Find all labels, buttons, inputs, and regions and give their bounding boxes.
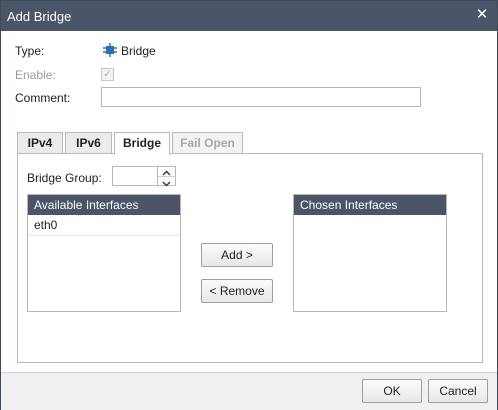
enable-label: Enable:: [15, 68, 56, 82]
available-interfaces-list[interactable]: Available Interfaces eth0: [27, 194, 181, 312]
dialog-footer: OK Cancel: [1, 372, 497, 410]
tab-ipv4[interactable]: IPv4: [17, 132, 63, 153]
stepper-up-button[interactable]: [158, 167, 175, 177]
chosen-interfaces-header: Chosen Interfaces: [294, 195, 446, 215]
titlebar[interactable]: Add Bridge ✕: [1, 1, 497, 31]
comment-label: Comment:: [15, 91, 71, 105]
available-interfaces-header: Available Interfaces: [28, 195, 180, 215]
bridge-group-stepper: [158, 166, 176, 187]
checkmark-icon: ✓: [103, 69, 112, 80]
enable-checkbox[interactable]: ✓: [101, 68, 114, 81]
dialog-title: Add Bridge: [7, 9, 72, 24]
chevron-down-icon: [162, 181, 171, 187]
bridge-icon: [103, 43, 117, 57]
list-item[interactable]: eth0: [28, 215, 180, 236]
type-label: Type:: [15, 44, 45, 58]
ok-button[interactable]: OK: [362, 379, 422, 403]
bridge-group-label: Bridge Group:: [27, 171, 102, 185]
cancel-button[interactable]: Cancel: [428, 379, 488, 403]
stepper-down-button[interactable]: [158, 177, 175, 187]
tab-bridge[interactable]: Bridge: [114, 132, 170, 155]
add-bridge-dialog: Add Bridge ✕ Type: Bridge Enable: ✓ Comm…: [0, 0, 498, 410]
remove-button[interactable]: < Remove: [201, 279, 273, 303]
tab-ipv6[interactable]: IPv6: [65, 132, 112, 153]
add-button[interactable]: Add >: [201, 243, 273, 267]
chosen-interfaces-list[interactable]: Chosen Interfaces: [293, 194, 447, 312]
close-icon: ✕: [475, 6, 489, 23]
comment-input[interactable]: [101, 87, 421, 107]
type-value: Bridge: [121, 44, 156, 58]
tab-fail-open: Fail Open: [172, 132, 243, 153]
close-button[interactable]: ✕: [473, 6, 491, 24]
bridge-group-input[interactable]: [112, 166, 158, 186]
